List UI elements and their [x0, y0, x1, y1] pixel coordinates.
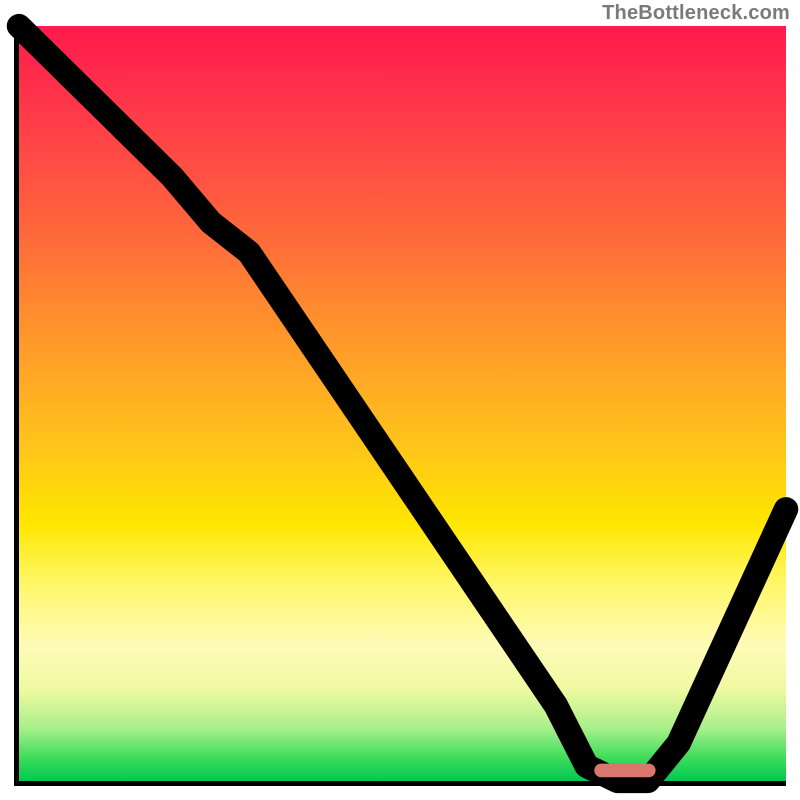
plot-area: [14, 26, 786, 786]
watermark-text: TheBottleneck.com: [602, 2, 790, 25]
optimum-marker: [594, 764, 655, 778]
curve-svg: [19, 26, 786, 781]
bottleneck-chart: TheBottleneck.com: [0, 0, 800, 800]
bottleneck-curve-path: [19, 26, 786, 781]
